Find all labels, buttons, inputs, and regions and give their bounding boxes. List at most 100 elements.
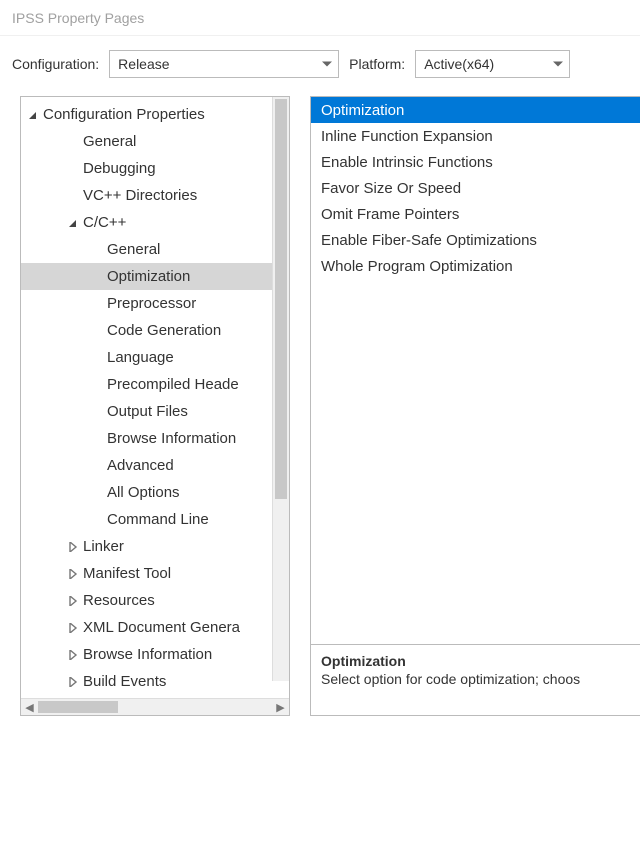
tree-item-label: Code Generation [107,322,221,339]
tree-item-label: Command Line [107,511,209,528]
platform-dropdown[interactable]: Active(x64) [415,50,570,78]
expander-none [91,487,103,499]
tree-item[interactable]: VC++ Directories [21,182,273,209]
tree-item[interactable]: General [21,128,273,155]
property-row[interactable]: Omit Frame Pointers [311,201,640,227]
tree-item-label: VC++ Directories [83,187,197,204]
tree-item[interactable]: Command Line [21,506,273,533]
expander-closed-icon[interactable] [67,676,79,688]
expander-none [91,406,103,418]
tree-item[interactable]: Preprocessor [21,290,273,317]
expander-closed-icon[interactable] [67,568,79,580]
expander-none [91,433,103,445]
tree-item[interactable]: Precompiled Heade [21,371,273,398]
property-row[interactable]: Favor Size Or Speed [311,175,640,201]
chevron-down-icon [322,62,332,67]
tree-item[interactable]: Browse Information [21,641,273,668]
expander-none [91,271,103,283]
property-label: Enable Intrinsic Functions [321,154,493,171]
tree-item-label: General [107,241,160,258]
property-label: Inline Function Expansion [321,128,493,145]
configuration-value: Release [118,56,169,72]
tree-item-label: Browse Information [83,646,212,663]
tree-panel: Configuration Properties General Debuggin… [20,96,290,716]
horizontal-scroll-thumb[interactable] [38,701,118,713]
horizontal-scroll-track[interactable] [38,699,272,715]
tree-item-label: Build Events [83,673,166,690]
tree-item[interactable]: General [21,236,273,263]
expander-closed-icon[interactable] [67,541,79,553]
configuration-dropdown[interactable]: Release [109,50,339,78]
expander-none [91,379,103,391]
expander-none [67,190,79,202]
tree-item[interactable]: Debugging [21,155,273,182]
property-row[interactable]: Enable Fiber-Safe Optimizations [311,227,640,253]
description-box: Optimization Select option for code opti… [310,644,640,716]
property-list: Optimization Inline Function Expansion Ena… [310,96,640,645]
tree-item[interactable]: Language [21,344,273,371]
tree-item[interactable]: C/C++ [21,209,273,236]
expander-open-icon[interactable] [67,217,79,229]
tree-item-label: Resources [83,592,155,609]
description-title: Optimization [321,653,630,669]
property-label: Whole Program Optimization [321,258,513,275]
expander-none [91,244,103,256]
tree-item-label: Language [107,349,174,366]
tree-item-label: Preprocessor [107,295,196,312]
tree-item[interactable]: Advanced [21,452,273,479]
expander-none [91,514,103,526]
tree-root-label: Configuration Properties [43,106,205,123]
expander-none [91,298,103,310]
expander-none [91,325,103,337]
description-text: Select option for code optimization; cho… [321,671,630,687]
property-label: Enable Fiber-Safe Optimizations [321,232,537,249]
main-content: Configuration Properties General Debuggin… [0,88,640,716]
tree-item[interactable]: XML Document Genera [21,614,273,641]
property-label: Optimization [321,102,404,119]
property-label: Favor Size Or Speed [321,180,461,197]
property-panel: Optimization Inline Function Expansion Ena… [310,96,640,716]
tree-item-label: Debugging [83,160,156,177]
chevron-down-icon [553,62,563,67]
tree-item[interactable]: Build Events [21,668,273,695]
tree-item[interactable]: All Options [21,479,273,506]
scroll-right-icon[interactable]: ▶ [272,699,289,716]
tree-item-label: All Options [107,484,180,501]
tree-item-label: Precompiled Heade [107,376,239,393]
tree-item[interactable]: Code Generation [21,317,273,344]
property-label: Omit Frame Pointers [321,206,459,223]
scroll-left-icon[interactable]: ◀ [21,699,38,716]
vertical-scrollbar[interactable] [272,97,289,681]
window-title: IPSS Property Pages [12,10,144,26]
expander-open-icon[interactable] [27,109,39,121]
tree-item[interactable]: Output Files [21,398,273,425]
property-row[interactable]: Enable Intrinsic Functions [311,149,640,175]
tree-item-label: Advanced [107,457,174,474]
property-row[interactable]: Inline Function Expansion [311,123,640,149]
vertical-scroll-thumb[interactable] [275,99,287,499]
tree-root[interactable]: Configuration Properties [21,101,273,128]
platform-label: Platform: [349,56,405,72]
platform-value: Active(x64) [424,56,494,72]
tree-item[interactable]: Manifest Tool [21,560,273,587]
tree-scroll-area[interactable]: Configuration Properties General Debuggin… [21,97,289,698]
tree-item-label: Optimization [107,268,190,285]
expander-closed-icon[interactable] [67,595,79,607]
config-toolbar: Configuration: Release Platform: Active(… [0,36,640,88]
property-row[interactable]: Optimization [311,97,640,123]
tree-item[interactable]: Browse Information [21,425,273,452]
property-row[interactable]: Whole Program Optimization [311,253,640,279]
configuration-label: Configuration: [12,56,99,72]
expander-none [91,352,103,364]
tree-item-label: XML Document Genera [83,619,240,636]
tree-item[interactable]: Resources [21,587,273,614]
tree-item[interactable]: Optimization [21,263,273,290]
tree-item[interactable]: Linker [21,533,273,560]
expander-none [67,163,79,175]
tree-item-label: Output Files [107,403,188,420]
tree-item-label: C/C++ [83,214,126,231]
horizontal-scrollbar[interactable]: ◀ ▶ [21,698,289,715]
expander-closed-icon[interactable] [67,622,79,634]
expander-closed-icon[interactable] [67,649,79,661]
tree-item-label: Browse Information [107,430,236,447]
